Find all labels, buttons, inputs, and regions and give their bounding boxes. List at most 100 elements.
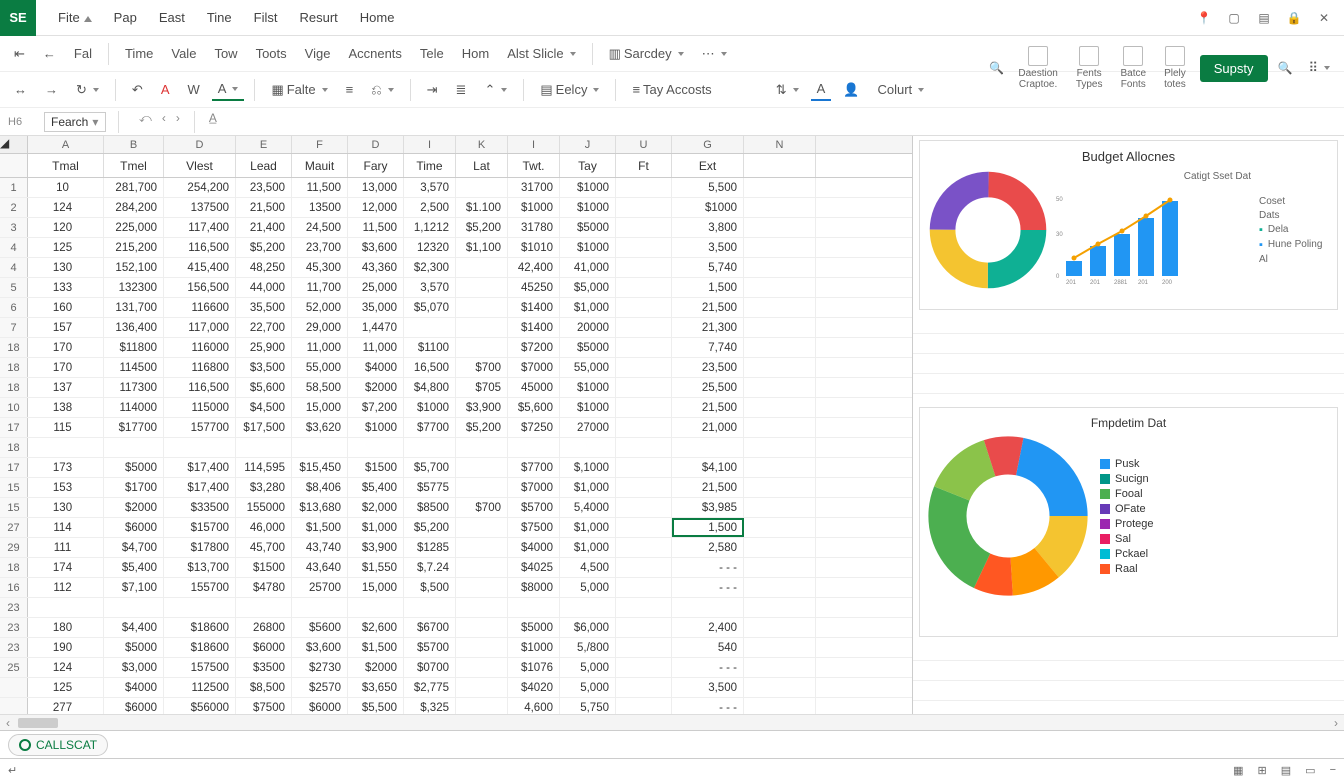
cell[interactable]: $,1000 <box>560 458 616 477</box>
cell[interactable] <box>744 458 816 477</box>
cell[interactable]: $1000 <box>672 198 744 217</box>
cell[interactable] <box>616 678 672 697</box>
align2-icon[interactable]: ≣ <box>450 79 473 101</box>
cell[interactable]: $2,775 <box>404 678 456 697</box>
menu-home[interactable]: Home <box>350 6 405 29</box>
cell[interactable]: $7250 <box>508 418 560 437</box>
cell[interactable]: $1700 <box>104 478 164 497</box>
cell[interactable]: $1100 <box>404 338 456 357</box>
cell[interactable]: $18600 <box>164 638 236 657</box>
cell[interactable]: 31700 <box>508 178 560 197</box>
field-header[interactable]: Time <box>404 154 456 177</box>
cell[interactable]: 3,500 <box>672 678 744 697</box>
row-number[interactable]: 5 <box>0 278 28 297</box>
cell[interactable] <box>456 278 508 297</box>
cell[interactable]: 5,000 <box>560 678 616 697</box>
cell[interactable]: 5,500 <box>672 178 744 197</box>
cell[interactable]: 130 <box>28 258 104 277</box>
cell[interactable]: 25,000 <box>348 278 404 297</box>
cell[interactable]: $5,000 <box>560 278 616 297</box>
cell[interactable]: $4,100 <box>672 458 744 477</box>
cell[interactable]: $13,700 <box>164 558 236 577</box>
menu-filst[interactable]: Filst <box>244 6 288 29</box>
cell[interactable]: 130 <box>28 498 104 517</box>
cell[interactable]: $7000 <box>508 358 560 377</box>
cell[interactable] <box>744 618 816 637</box>
cell[interactable]: $7000 <box>508 478 560 497</box>
cell[interactable] <box>616 358 672 377</box>
supsty-button[interactable]: Supsty <box>1200 55 1268 82</box>
cell[interactable]: 3,570 <box>404 278 456 297</box>
cell[interactable]: 45250 <box>508 278 560 297</box>
cell[interactable]: 13500 <box>292 198 348 217</box>
cell[interactable]: 174 <box>28 558 104 577</box>
row-number[interactable]: 29 <box>0 538 28 557</box>
cell[interactable]: 117,400 <box>164 218 236 237</box>
close-icon[interactable]: ✕ <box>1316 10 1332 26</box>
cell[interactable]: $1400 <box>508 298 560 317</box>
cell[interactable]: $5000 <box>104 458 164 477</box>
cell[interactable]: $6,000 <box>560 618 616 637</box>
row-number[interactable]: 25 <box>0 658 28 677</box>
cell[interactable] <box>616 598 672 617</box>
cell[interactable]: 114000 <box>104 398 164 417</box>
cell[interactable]: $1,000 <box>560 538 616 557</box>
cell[interactable] <box>744 218 816 237</box>
cell[interactable]: $7500 <box>508 518 560 537</box>
cell[interactable]: $8,500 <box>236 678 292 697</box>
cell[interactable]: 131,700 <box>104 298 164 317</box>
cell[interactable]: $5,200 <box>456 418 508 437</box>
cell[interactable]: $1,500 <box>348 638 404 657</box>
cell[interactable]: 20000 <box>560 318 616 337</box>
cell[interactable]: 116000 <box>164 338 236 357</box>
cell[interactable]: 112 <box>28 578 104 597</box>
cell[interactable] <box>104 438 164 457</box>
cell[interactable]: 157500 <box>164 658 236 677</box>
cell[interactable]: 190 <box>28 638 104 657</box>
scroll-left-icon[interactable]: ‹ <box>0 716 16 730</box>
cell[interactable]: 1,500 <box>672 518 744 537</box>
cell[interactable]: 21,500 <box>672 398 744 417</box>
cell[interactable] <box>744 358 816 377</box>
col-header[interactable]: D <box>348 136 404 153</box>
merge-icon[interactable]: ⌃ <box>478 79 513 101</box>
cell[interactable] <box>744 498 816 517</box>
cell[interactable]: 155000 <box>236 498 292 517</box>
cell[interactable]: 55,000 <box>560 358 616 377</box>
cell[interactable]: 3,500 <box>672 238 744 257</box>
cell[interactable] <box>456 518 508 537</box>
name-box[interactable]: H6 <box>8 116 36 128</box>
cell[interactable]: 160 <box>28 298 104 317</box>
cell[interactable] <box>616 398 672 417</box>
cell[interactable] <box>456 178 508 197</box>
cell[interactable]: 45,700 <box>236 538 292 557</box>
cell[interactable]: $3,600 <box>292 638 348 657</box>
cell[interactable]: 25700 <box>292 578 348 597</box>
cell[interactable] <box>456 618 508 637</box>
cell[interactable] <box>616 438 672 457</box>
cell[interactable]: 21,300 <box>672 318 744 337</box>
cell[interactable]: 1,4470 <box>348 318 404 337</box>
cell[interactable]: 10 <box>28 178 104 197</box>
cell[interactable] <box>616 538 672 557</box>
cell[interactable]: $2570 <box>292 678 348 697</box>
arrow-r-icon[interactable]: → <box>39 79 64 100</box>
cell[interactable]: 284,200 <box>104 198 164 217</box>
cell[interactable]: $2000 <box>348 658 404 677</box>
cell[interactable]: $17,400 <box>164 478 236 497</box>
cell[interactable]: $3,985 <box>672 498 744 517</box>
cell[interactable] <box>456 318 508 337</box>
cell[interactable] <box>616 478 672 497</box>
cell[interactable]: 46,000 <box>236 518 292 537</box>
cell[interactable]: $1,000 <box>560 518 616 537</box>
cell[interactable] <box>616 178 672 197</box>
cell[interactable] <box>744 558 816 577</box>
cell[interactable] <box>508 438 560 457</box>
row-number[interactable]: 17 <box>0 458 28 477</box>
cell[interactable] <box>456 658 508 677</box>
cell[interactable] <box>616 218 672 237</box>
cell[interactable]: 116,500 <box>164 238 236 257</box>
cell[interactable]: 281,700 <box>104 178 164 197</box>
cell[interactable] <box>672 598 744 617</box>
cell[interactable]: 117300 <box>104 378 164 397</box>
